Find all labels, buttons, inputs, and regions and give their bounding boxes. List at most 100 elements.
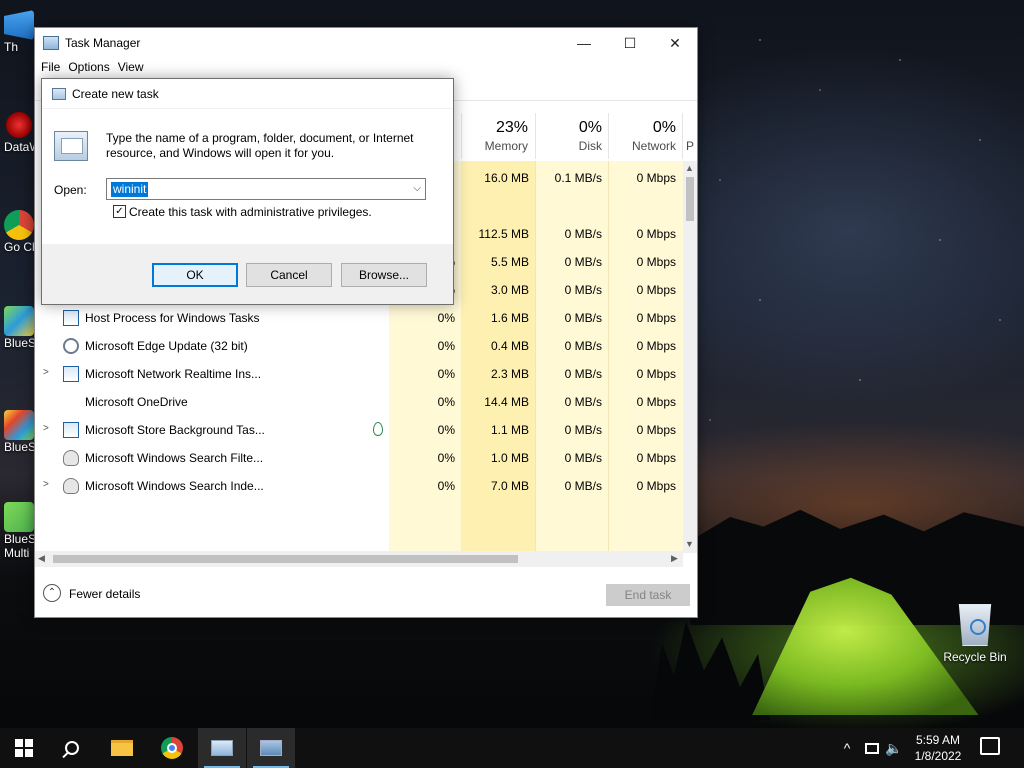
column-power-label: P xyxy=(686,139,695,153)
column-network-percent: 0% xyxy=(652,119,676,136)
disk-value: 0 MB/s xyxy=(564,283,602,297)
taskbar-task-manager[interactable] xyxy=(198,728,246,768)
memory-value: 7.0 MB xyxy=(490,479,529,493)
column-disk-label: Disk xyxy=(578,139,602,153)
desktop-icon-bluestacks-multi[interactable]: BlueS Multi xyxy=(0,502,36,560)
desktop-icon-bluestacks-1[interactable]: BlueS xyxy=(0,306,36,350)
desktop-icon-google-chrome[interactable]: Go Ch xyxy=(0,210,36,254)
table-row[interactable]: > Microsoft Network Realtime Ins... 0% 2.3 … xyxy=(35,360,685,388)
disk-value: 0 MB/s xyxy=(564,479,602,493)
admin-privileges-checkbox[interactable]: ✓ xyxy=(113,205,126,218)
volume-muted-icon: 🔈 xyxy=(885,739,903,756)
cpu-value: 0% xyxy=(437,479,455,493)
taskbar: ^ 🔈 5:59 AM 1/8/2022 xyxy=(0,728,1024,768)
cpu-value: 0% xyxy=(437,367,455,381)
desktop-wallpaper-trees xyxy=(650,621,770,720)
column-header-memory[interactable]: 23% Memory xyxy=(461,113,534,159)
column-memory-label: Memory xyxy=(484,139,528,153)
column-header-network[interactable]: 0% Network xyxy=(608,113,682,159)
desktop-icon-this-pc[interactable]: Th xyxy=(0,10,36,54)
vertical-scroll-thumb[interactable] xyxy=(686,177,694,221)
desktop-icon-recycle-bin[interactable]: Recycle Bin xyxy=(940,604,1010,664)
disk-value: 0 MB/s xyxy=(564,339,602,353)
column-network-label: Network xyxy=(631,139,676,153)
memory-value: 1.6 MB xyxy=(490,311,529,325)
browse-button[interactable]: Browse... xyxy=(341,263,427,287)
dialog-title-bar[interactable]: Create new task xyxy=(42,79,453,109)
taskbar-chrome[interactable] xyxy=(148,728,196,768)
chevron-right-icon[interactable]: > xyxy=(43,479,49,490)
ok-button[interactable]: OK xyxy=(152,263,238,287)
chevron-down-icon[interactable]: ⌵ xyxy=(413,183,421,194)
horizontal-scroll-thumb[interactable] xyxy=(53,555,518,563)
open-input-value[interactable]: wininit xyxy=(111,182,149,197)
network-icon xyxy=(865,742,879,754)
minimize-button[interactable]: — xyxy=(561,28,607,58)
table-row[interactable]: Microsoft Windows Search Filte... 0% 1.0 M… xyxy=(35,444,685,472)
menu-file[interactable]: File xyxy=(39,58,66,78)
menu-view[interactable]: View xyxy=(116,58,150,78)
dialog-title: Create new task xyxy=(72,87,159,101)
cpu-value: 0% xyxy=(437,395,455,409)
create-new-task-dialog: Create new task Type the name of a progr… xyxy=(41,78,454,305)
network-value: 0 Mbps xyxy=(636,395,676,409)
maximize-button[interactable]: ☐ xyxy=(607,28,653,58)
process-name: Microsoft OneDrive xyxy=(85,395,188,409)
vertical-scrollbar[interactable]: ▲ ▼ xyxy=(683,161,697,553)
search-service-icon xyxy=(63,478,79,494)
desktop-icon-bluestacks-2[interactable]: BlueS xyxy=(0,410,36,454)
horizontal-scrollbar[interactable]: ◀ ▶ xyxy=(35,551,683,567)
cpu-value: 0% xyxy=(437,311,455,325)
table-row[interactable]: > Microsoft Store Background Tas... 0% 1.1 … xyxy=(35,416,685,444)
desktop-icon-label: DataW xyxy=(4,140,36,154)
memory-value: 5.5 MB xyxy=(490,255,529,269)
scroll-up-icon[interactable]: ▲ xyxy=(685,163,694,173)
notification-center-icon[interactable] xyxy=(980,737,1000,755)
disk-value: 0 MB/s xyxy=(564,451,602,465)
taskbar-run-dialog[interactable] xyxy=(247,728,295,768)
taskbar-file-explorer[interactable] xyxy=(98,728,146,768)
disk-value: 0 MB/s xyxy=(564,311,602,325)
table-row[interactable]: > Microsoft Windows Search Inde... 0% 7.0 M… xyxy=(35,472,685,500)
column-header-disk[interactable]: 0% Disk xyxy=(535,113,608,159)
process-name: Microsoft Network Realtime Ins... xyxy=(85,367,262,381)
scroll-left-icon[interactable]: ◀ xyxy=(38,553,45,564)
network-value: 0 Mbps xyxy=(636,367,676,381)
close-button[interactable]: ✕ xyxy=(652,28,698,58)
search-service-icon xyxy=(63,450,79,466)
column-header-power[interactable]: P xyxy=(682,113,697,159)
show-hidden-icons-button[interactable]: ^ xyxy=(838,728,856,768)
disk-value: 0 MB/s xyxy=(564,227,602,241)
memory-value: 2.3 MB xyxy=(490,367,529,381)
chevron-up-icon[interactable]: ⌃ xyxy=(43,584,61,602)
chevron-right-icon[interactable]: > xyxy=(43,367,49,378)
table-row[interactable]: Host Process for Windows Tasks 0% 1.6 MB 0 … xyxy=(35,304,685,332)
scroll-right-icon[interactable]: ▶ xyxy=(671,553,678,564)
start-button[interactable] xyxy=(0,728,48,768)
admin-privileges-label[interactable]: Create this task with administrative pri… xyxy=(129,205,372,219)
clock-date: 1/8/2022 xyxy=(914,749,962,763)
volume-tray-button[interactable]: 🔈 xyxy=(884,728,904,768)
column-disk-percent: 0% xyxy=(578,119,602,136)
taskbar-search-button[interactable] xyxy=(48,728,96,768)
end-task-button[interactable]: End task xyxy=(606,584,690,606)
task-manager-icon xyxy=(43,36,59,50)
open-combobox[interactable]: wininit ⌵ xyxy=(106,178,426,200)
menu-bar: File Options View xyxy=(35,58,697,78)
scroll-down-icon[interactable]: ▼ xyxy=(685,539,694,549)
table-row[interactable]: Microsoft OneDrive 0% 14.4 MB 0 MB/s 0 Mbps xyxy=(35,388,685,416)
memory-value: 14.4 MB xyxy=(484,395,529,409)
cancel-button[interactable]: Cancel xyxy=(246,263,332,287)
disk-value: 0 MB/s xyxy=(564,255,602,269)
network-tray-button[interactable] xyxy=(862,728,882,768)
suspended-leaf-icon xyxy=(373,422,383,436)
menu-options[interactable]: Options xyxy=(66,58,115,78)
memory-value: 0.4 MB xyxy=(490,339,529,353)
chevron-right-icon[interactable]: > xyxy=(43,423,49,434)
table-row[interactable]: Microsoft Edge Update (32 bit) 0% 0.4 MB 0 … xyxy=(35,332,685,360)
title-bar[interactable]: Task Manager — ☐ ✕ xyxy=(35,28,697,58)
desktop-icon-label: Recycle Bin xyxy=(943,650,1007,664)
fewer-details-link[interactable]: Fewer details xyxy=(69,587,140,601)
taskbar-clock[interactable]: 5:59 AM 1/8/2022 xyxy=(906,732,970,764)
desktop-icon-dataw[interactable]: DataW xyxy=(0,110,36,154)
